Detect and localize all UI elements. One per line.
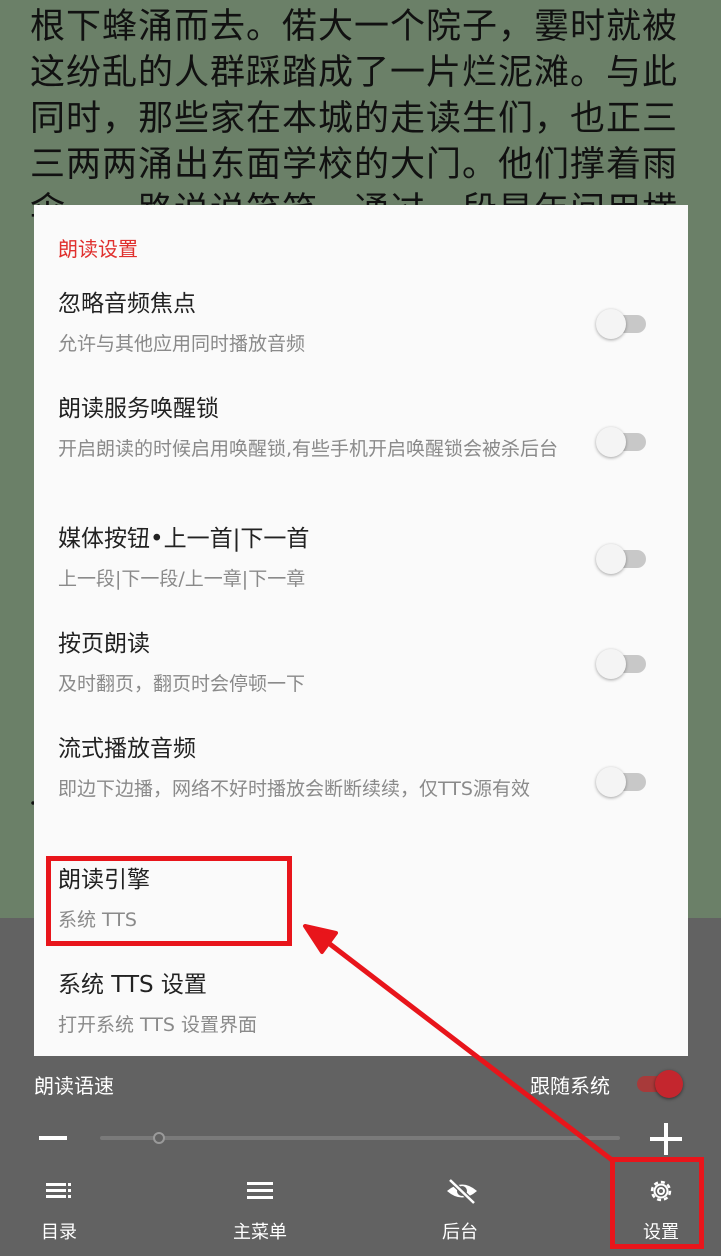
pref-title: 忽略音频焦点 <box>58 291 196 317</box>
ignore-audio-focus-switch[interactable] <box>596 307 648 339</box>
switch-knob <box>596 649 626 679</box>
speed-slider[interactable] <box>100 1136 620 1140</box>
pref-summary: 即边下边播，网络不好时播放会断断续续，仅TTS源有效 <box>58 778 530 800</box>
media-buttons-switch[interactable] <box>596 542 648 574</box>
pref-wake-lock[interactable]: 朗读服务唤醒锁 开启朗读的时候启用唤醒锁,有些手机开启唤醒锁会被杀后台 <box>58 394 658 462</box>
speed-slider-thumb[interactable] <box>153 1132 165 1144</box>
nav-main-menu-label: 主菜单 <box>233 1222 287 1243</box>
reader-line: 这纷乱的人群踩踏成了一片烂泥滩。与此 <box>30 53 679 93</box>
switch-knob <box>596 427 626 457</box>
highlight-box-settings <box>610 1157 704 1249</box>
switch-knob <box>596 767 626 797</box>
speed-label: 朗读语速 <box>34 1074 114 1098</box>
dialog-title: 朗读设置 <box>58 237 138 261</box>
pref-summary: 开启朗读的时候启用唤醒锁,有些手机开启唤醒锁会被杀后台 <box>58 438 559 460</box>
nav-toc-label: 目录 <box>41 1222 77 1243</box>
switch-knob <box>596 544 626 574</box>
streaming-audio-switch[interactable] <box>596 765 648 797</box>
menu-icon <box>245 1176 275 1206</box>
pref-title: 媒体按钮•上一首|下一首 <box>58 526 310 552</box>
pref-title: 流式播放音频 <box>58 736 196 762</box>
pref-title: 朗读服务唤醒锁 <box>58 396 219 422</box>
highlight-box-tts-engine <box>46 856 292 946</box>
speed-decrease-button[interactable] <box>39 1124 67 1152</box>
wake-lock-switch[interactable] <box>596 425 648 457</box>
pref-ignore-audio-focus[interactable]: 忽略音频焦点 允许与其他应用同时播放音频 <box>58 289 658 357</box>
reader-text: 根下蜂涌而去。偌大一个院子，霎时就被 这纷乱的人群踩踏成了一片烂泥滩。与此 同时… <box>30 4 695 234</box>
read-by-page-switch[interactable] <box>596 647 648 679</box>
pref-read-by-page[interactable]: 按页朗读 及时翻页，翻页时会停顿一下 <box>58 629 658 697</box>
pref-summary: 上一段|下一段/上一章|下一章 <box>58 568 306 590</box>
follow-system-switch[interactable] <box>633 1070 683 1098</box>
pref-title: 系统 TTS 设置 <box>58 972 207 998</box>
reader-line: 同时，那些家在本城的走读生们，也正三 <box>30 99 679 139</box>
switch-knob <box>655 1070 683 1098</box>
follow-system-label: 跟随系统 <box>530 1074 610 1098</box>
reader-line: 三两两涌出东面学校的大门。他们撑着雨 <box>30 145 679 185</box>
pref-title: 按页朗读 <box>58 631 150 657</box>
toc-icon <box>44 1176 74 1206</box>
pref-media-buttons[interactable]: 媒体按钮•上一首|下一首 上一段|下一段/上一章|下一章 <box>58 524 658 592</box>
nav-main-menu[interactable]: 主菜单 <box>210 1176 310 1246</box>
pref-streaming-audio[interactable]: 流式播放音频 即边下边播，网络不好时播放会断断续续，仅TTS源有效 <box>58 734 658 802</box>
pref-summary: 及时翻页，翻页时会停顿一下 <box>58 673 306 695</box>
speed-increase-button[interactable] <box>650 1123 682 1155</box>
nav-background-label: 后台 <box>442 1222 478 1243</box>
nav-background[interactable]: 后台 <box>410 1176 510 1246</box>
switch-knob <box>596 309 626 339</box>
pref-summary: 打开系统 TTS 设置界面 <box>58 1014 258 1036</box>
nav-toc[interactable]: 目录 <box>9 1176 109 1246</box>
reader-line: 根下蜂涌而去。偌大一个院子，霎时就被 <box>30 7 679 47</box>
pref-summary: 允许与其他应用同时播放音频 <box>58 333 306 355</box>
pref-system-tts-settings[interactable]: 系统 TTS 设置 打开系统 TTS 设置界面 <box>58 970 658 1038</box>
eye-off-icon <box>445 1176 477 1206</box>
